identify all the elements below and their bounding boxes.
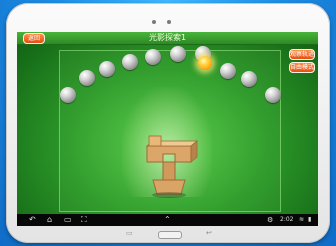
- sphere-3[interactable]: [99, 61, 115, 77]
- status-time: 2:02: [280, 216, 294, 223]
- system-nav-bar: ↶ ⌂ ▭ ⛶ ⌃ ⚙ 2:02 ≋ ▮: [17, 214, 318, 226]
- settings-icon[interactable]: ⚙: [267, 214, 273, 226]
- base-block: [152, 179, 186, 195]
- sphere-5[interactable]: [145, 49, 161, 65]
- screenshot-icon[interactable]: ⛶: [81, 214, 87, 226]
- free-mode-button[interactable]: 自由模式: [289, 62, 315, 73]
- sphere-10[interactable]: [265, 87, 281, 103]
- camera-dot-left: [152, 20, 156, 24]
- tablet-screen: 光影探索1 返回 观察轨迹 自由模式 ↶ ⌂ ▭ ⛶ ⌃ ⚙ 2:02 ≋ ▮: [17, 32, 318, 226]
- battery-icon: ▮: [308, 216, 312, 223]
- home-icon[interactable]: ⌂: [47, 214, 52, 226]
- sphere-9[interactable]: [241, 71, 257, 87]
- sphere-2[interactable]: [79, 70, 95, 86]
- column-block: [162, 161, 176, 181]
- back-key[interactable]: ↩: [206, 229, 212, 237]
- chevron-up-icon[interactable]: ⌃: [164, 214, 171, 226]
- back-icon[interactable]: ↶: [29, 214, 36, 226]
- camera-dot-right: [167, 20, 171, 24]
- back-button[interactable]: 返回: [23, 33, 45, 44]
- sphere-lit[interactable]: [198, 56, 212, 70]
- sphere-8[interactable]: [220, 63, 236, 79]
- recent-apps-icon[interactable]: ▭: [64, 214, 72, 226]
- wooden-blocks[interactable]: [139, 132, 199, 202]
- wifi-icon: ≋: [299, 216, 305, 223]
- home-key[interactable]: [158, 231, 182, 239]
- observe-trajectory-button[interactable]: 观察轨迹: [289, 49, 315, 60]
- top-block: [146, 145, 192, 163]
- sphere-1[interactable]: [60, 87, 76, 103]
- small-block: [148, 135, 162, 147]
- app-title: 光影探索1: [148, 33, 187, 42]
- sphere-6[interactable]: [170, 46, 186, 62]
- app-view: 光影探索1 返回 观察轨迹 自由模式: [17, 32, 318, 214]
- menu-icon[interactable]: ▭: [126, 229, 133, 237]
- sphere-4[interactable]: [122, 54, 138, 70]
